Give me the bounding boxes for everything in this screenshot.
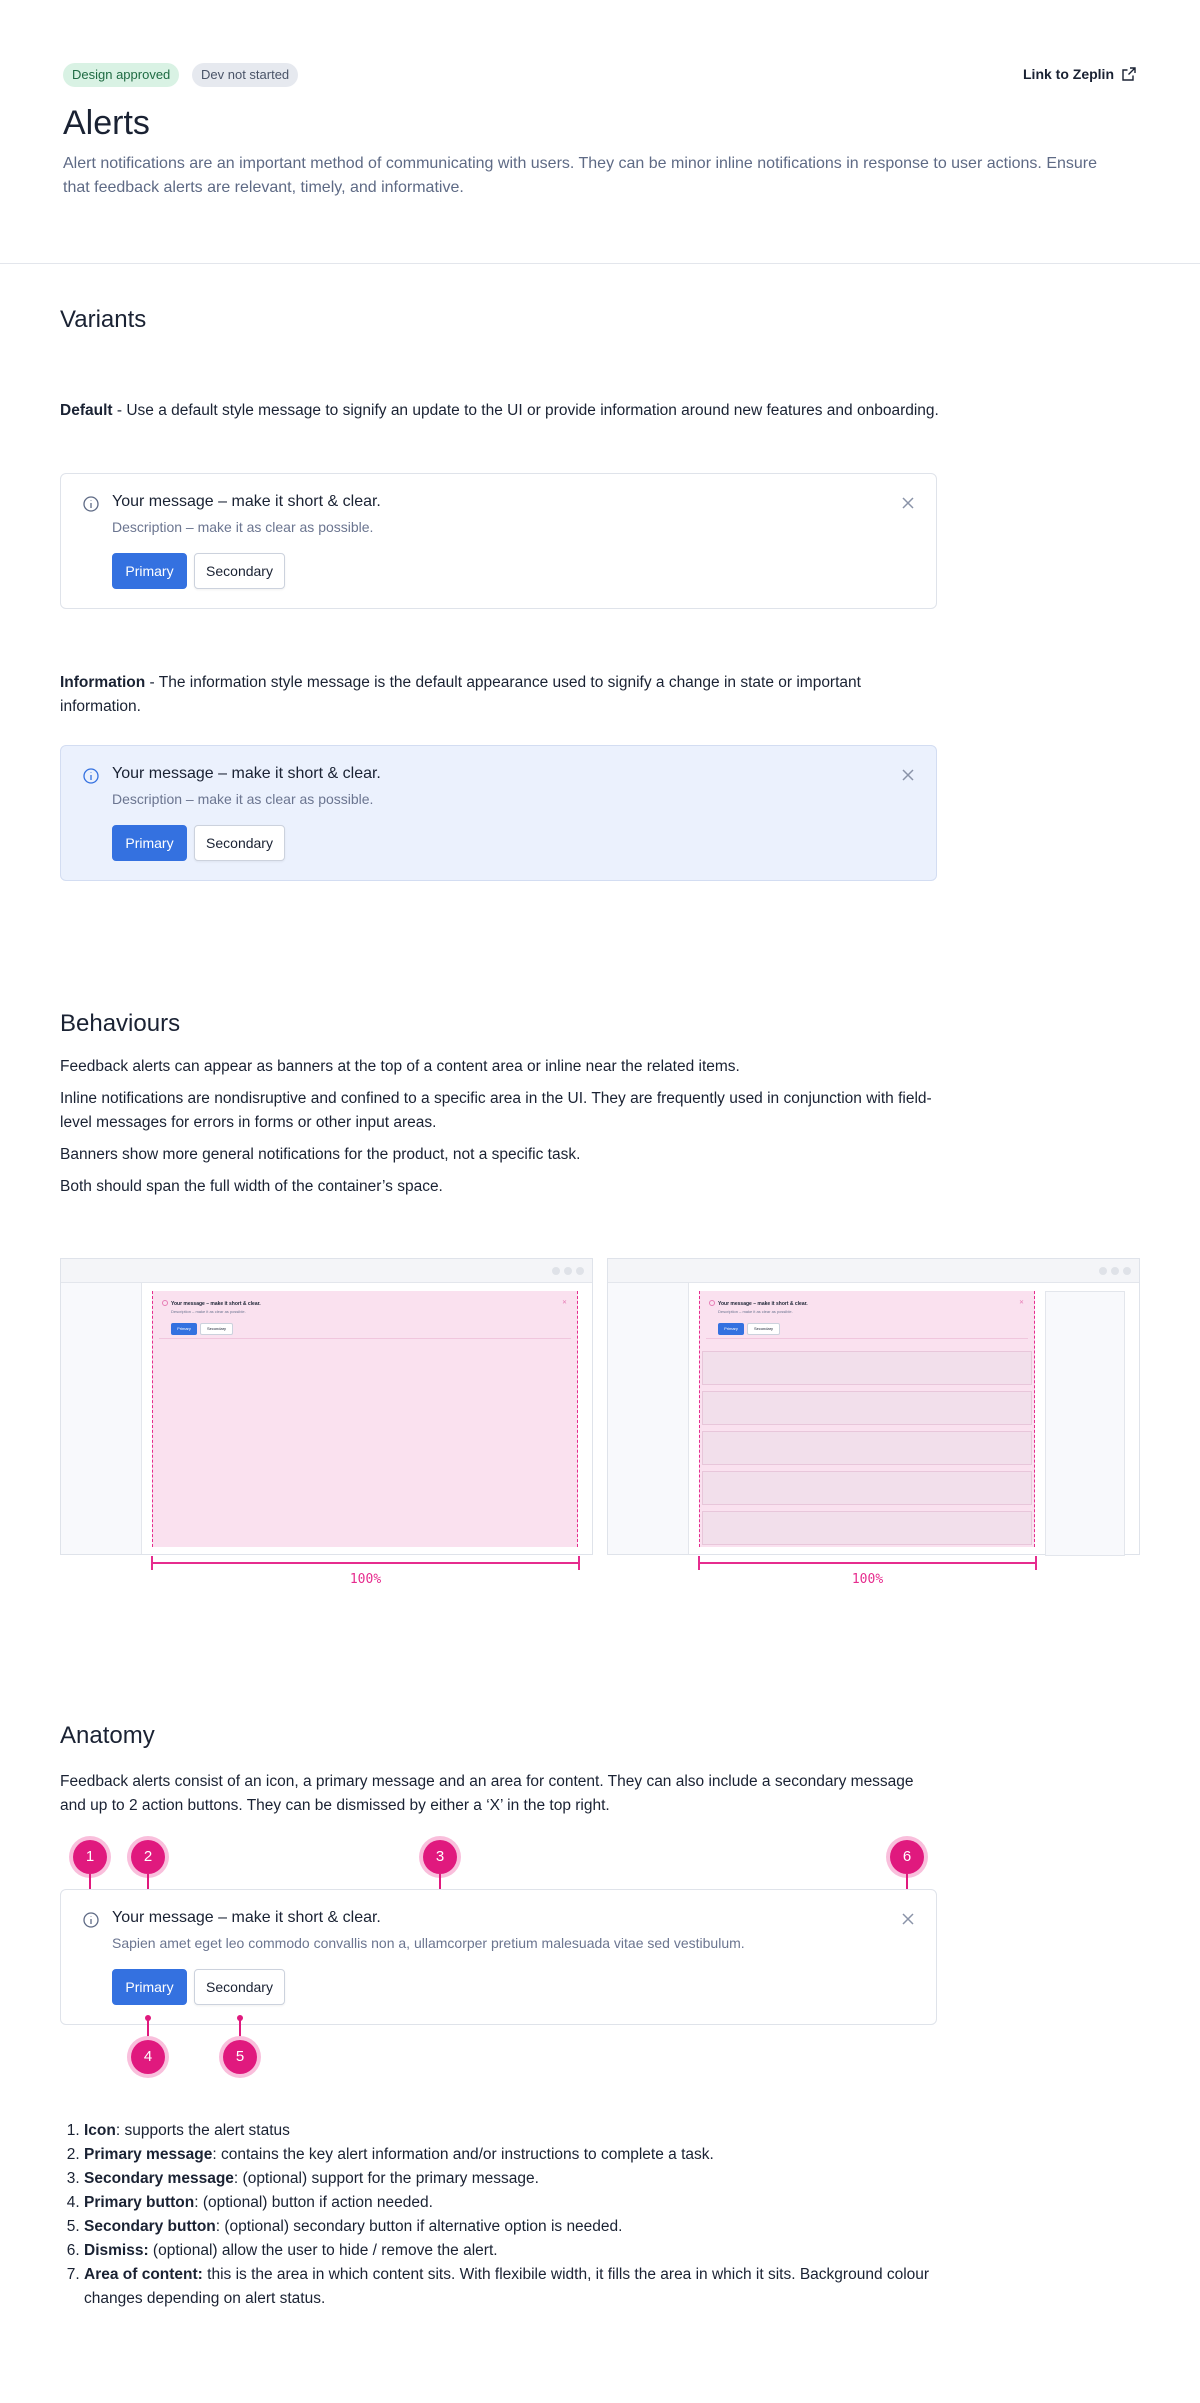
alert-title: Your message – make it short & clear.	[112, 493, 381, 510]
anatomy-alert: Your message – make it short & clear. Sa…	[60, 1889, 937, 2025]
zeplin-link[interactable]: Link to Zeplin	[1023, 66, 1136, 82]
mock-right-panel	[1045, 1291, 1125, 1556]
close-icon: ✕	[561, 1300, 567, 1306]
marker-3: 3	[423, 1840, 457, 1874]
info-icon	[162, 1300, 168, 1306]
content-area: Your message – make it short & clear. De…	[699, 1291, 1035, 1547]
default-desc: - Use a default style message to signify…	[112, 402, 939, 419]
mock-content: Your message – make it short & clear. De…	[142, 1283, 592, 1554]
content-area: Your message – make it short & clear. De…	[152, 1291, 578, 1547]
alert-description: Sapien amet eget leo commodo convallis n…	[112, 1935, 745, 1951]
page-description: Alert notifications are an important met…	[63, 155, 1098, 196]
information-desc: - The information style message is the d…	[60, 674, 861, 715]
information-term: Information	[60, 674, 146, 691]
width-label-right: 100%	[851, 1572, 884, 1587]
variants-heading: Variants	[60, 306, 147, 333]
default-variant-text: Default - Use a default style message to…	[60, 399, 940, 423]
behaviours-heading: Behaviours	[60, 1010, 181, 1037]
page-header: Design approved Dev not started Link to …	[0, 0, 1200, 264]
marker-2: 2	[131, 1840, 165, 1874]
list-item	[702, 1431, 1032, 1465]
info-icon	[83, 768, 99, 784]
anatomy-description: Feedback alerts consist of an icon, a pr…	[60, 1773, 914, 1814]
secondary-button[interactable]: Secondary	[194, 825, 285, 861]
list-item	[702, 1471, 1032, 1505]
behaviours-para-2: Inline notifications are nondisruptive a…	[60, 1090, 932, 1131]
status-badge-dev: Dev not started	[192, 63, 299, 87]
mini-alert-title: Your message – make it short & clear.	[171, 1301, 261, 1307]
information-alert: Your message – make it short & clear. De…	[60, 745, 937, 881]
list-item	[702, 1511, 1032, 1545]
marker-5: 5	[223, 2040, 257, 2074]
close-icon[interactable]	[900, 1911, 916, 1927]
behaviours-para-3: Banners show more general notifications …	[60, 1146, 581, 1163]
mini-secondary-button: Secondary	[747, 1323, 780, 1335]
default-term: Default	[60, 402, 113, 419]
marker-stem	[147, 2018, 149, 2042]
primary-button[interactable]: Primary	[112, 825, 187, 861]
window-titlebar	[61, 1259, 592, 1283]
marker-6: 6	[890, 1840, 924, 1874]
behaviours-para-1: Feedback alerts can appear as banners at…	[60, 1058, 740, 1075]
close-icon: ✕	[1018, 1300, 1024, 1306]
window-dots	[552, 1267, 584, 1275]
list-item: Primary button: (optional) button if act…	[84, 2191, 944, 2215]
primary-button[interactable]: Primary	[112, 1969, 187, 2005]
list-item: Dismiss: (optional) allow the user to hi…	[84, 2239, 944, 2263]
list-item: Secondary message: (optional) support fo…	[84, 2167, 944, 2191]
alert-title: Your message – make it short & clear.	[112, 1909, 381, 1926]
behaviours-para-4: Both should span the full width of the c…	[60, 1178, 443, 1195]
mini-alert-title: Your message – make it short & clear.	[718, 1301, 808, 1307]
mock-sidebar	[608, 1283, 689, 1554]
zeplin-link-label: Link to Zeplin	[1023, 66, 1114, 82]
anatomy-heading: Anatomy	[60, 1722, 155, 1749]
mock-sidebar	[61, 1283, 142, 1554]
status-badge-approved: Design approved	[63, 63, 180, 87]
marker-1: 1	[73, 1840, 107, 1874]
inline-example: Your message – make it short & clear. De…	[607, 1258, 1140, 1556]
close-icon[interactable]	[900, 495, 916, 511]
secondary-button[interactable]: Secondary	[194, 1969, 285, 2005]
information-variant-text: Information - The information style mess…	[60, 671, 940, 719]
info-icon	[709, 1300, 715, 1306]
external-link-icon	[1122, 67, 1136, 81]
primary-button[interactable]: Primary	[112, 553, 187, 589]
list-item: Primary message: contains the key alert …	[84, 2143, 944, 2167]
list-item	[702, 1391, 1032, 1425]
info-icon	[83, 1912, 99, 1928]
alert-title: Your message – make it short & clear.	[112, 765, 381, 782]
list-item: Icon: supports the alert status	[84, 2119, 944, 2143]
secondary-button[interactable]: Secondary	[194, 553, 285, 589]
list-item: Area of content: this is the area in whi…	[84, 2263, 944, 2311]
width-label-left: 100%	[349, 1572, 382, 1587]
marker-stem	[239, 2018, 241, 2042]
mini-alert: Your message – make it short & clear. De…	[706, 1297, 1028, 1339]
mini-alert: Your message – make it short & clear. De…	[159, 1297, 571, 1339]
window-titlebar	[608, 1259, 1139, 1283]
mini-primary-button: Primary	[718, 1323, 744, 1335]
mock-content: Your message – make it short & clear. De…	[689, 1283, 1139, 1556]
close-icon[interactable]	[900, 767, 916, 783]
banner-example: Your message – make it short & clear. De…	[60, 1258, 593, 1555]
mini-alert-description: Description – make it as clear as possib…	[718, 1309, 793, 1314]
marker-4: 4	[131, 2040, 165, 2074]
default-alert: Your message – make it short & clear. De…	[60, 473, 937, 609]
window-dots	[1099, 1267, 1131, 1275]
page-title: Alerts	[63, 104, 150, 142]
mini-primary-button: Primary	[171, 1323, 197, 1335]
alert-description: Description – make it as clear as possib…	[112, 519, 374, 535]
mini-alert-description: Description – make it as clear as possib…	[171, 1309, 246, 1314]
list-item: Secondary button: (optional) secondary b…	[84, 2215, 944, 2239]
alert-description: Description – make it as clear as possib…	[112, 791, 374, 807]
info-icon	[83, 496, 99, 512]
anatomy-list: Icon: supports the alert status Primary …	[84, 2119, 944, 2311]
mini-secondary-button: Secondary	[200, 1323, 233, 1335]
list-item	[702, 1351, 1032, 1385]
